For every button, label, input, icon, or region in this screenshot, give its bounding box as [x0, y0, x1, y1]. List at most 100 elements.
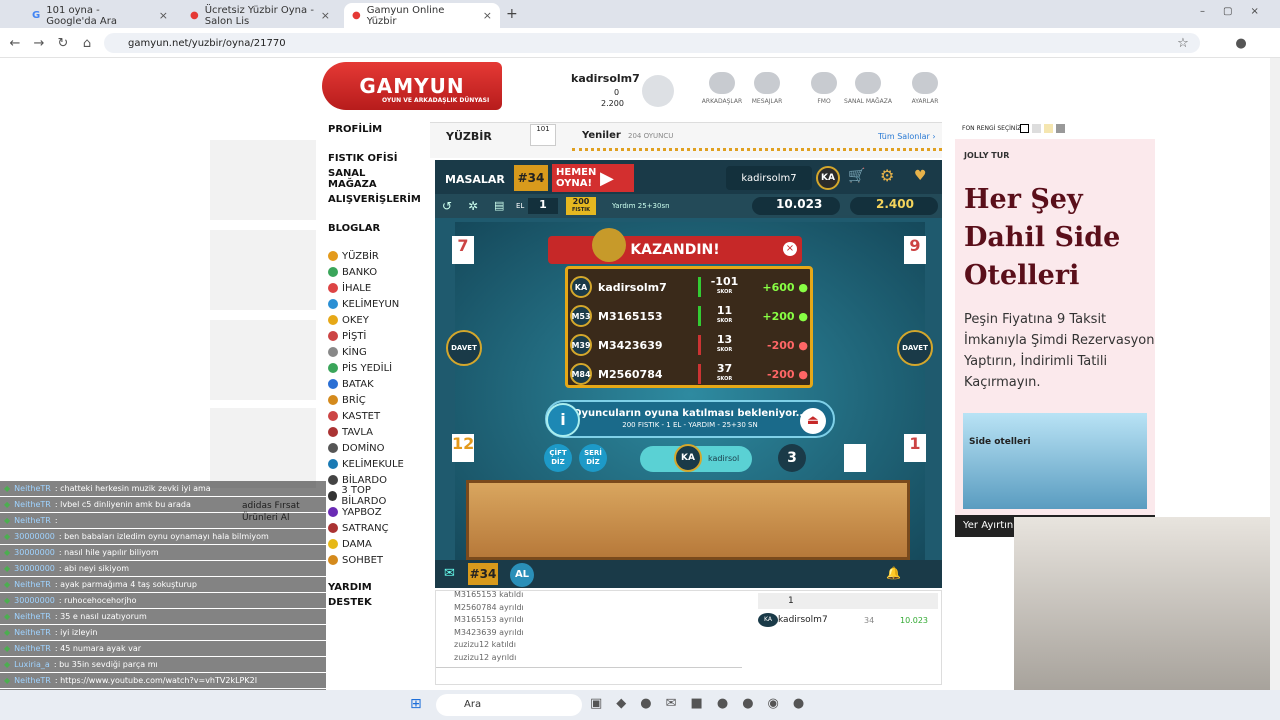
menu-blogs[interactable]: BLOGLAR	[328, 223, 414, 234]
store-button[interactable]: SANAL MAĞAZA	[838, 72, 898, 105]
menu-game-item[interactable]: İHALE	[328, 280, 414, 296]
exit-icon[interactable]: ⏏	[800, 408, 826, 434]
tables-button[interactable]: MASALAR	[445, 173, 505, 186]
tile-counter: 3	[778, 444, 806, 472]
cart-icon[interactable]: 🛒	[848, 168, 865, 184]
spotify-icon[interactable]: ●	[742, 696, 753, 711]
new-tab-icon[interactable]: +	[506, 6, 518, 22]
player-avatar: M39	[570, 334, 592, 356]
menu-game-item[interactable]: KELİMEKULE	[328, 456, 414, 472]
all-rooms-link[interactable]: Tüm Salonlar ›	[878, 132, 936, 141]
taskbar-search[interactable]: Ara	[436, 694, 582, 716]
tab-gamyun[interactable]: ● Gamyun Online Yüzbir ×	[344, 3, 500, 28]
ad-shoe-image[interactable]	[210, 230, 316, 310]
menu-game-item[interactable]: KİNG	[328, 344, 414, 360]
google-icon: G	[32, 10, 41, 21]
menu-game-item[interactable]: BRİÇ	[328, 392, 414, 408]
teams-icon[interactable]: ■	[691, 696, 703, 711]
mail-icon[interactable]: ✉	[666, 696, 677, 711]
menu-game-item[interactable]: PİS YEDİLİ	[328, 360, 414, 376]
menu-game-item[interactable]: DAMA	[328, 536, 414, 552]
ad-shoe-image[interactable]	[210, 408, 316, 488]
gear-icon[interactable]: ⚙	[880, 166, 894, 185]
al-button[interactable]: AL	[510, 563, 534, 587]
user-initials-avatar[interactable]: KA	[674, 444, 702, 472]
results-panel: KA kadirsolm7 -101 SKOR +600 ● M53 M3165153 11 S…	[565, 266, 813, 388]
page-scrollbar[interactable]	[1270, 58, 1280, 690]
obs-icon[interactable]: ●	[793, 696, 804, 711]
steam-icon[interactable]: ●	[717, 696, 728, 711]
copilot-icon[interactable]: ◆	[616, 696, 626, 711]
tab-google[interactable]: G 101 oyna - Google'da Ara ×	[24, 3, 176, 28]
menu-game-item[interactable]: KASTET	[328, 408, 414, 424]
chat-badge-icon: ◆	[4, 484, 11, 493]
home-icon[interactable]: ⌂	[78, 34, 96, 52]
settings-button[interactable]: AYARLAR	[895, 72, 955, 105]
chat-icon[interactable]: ✉	[444, 566, 455, 581]
reload-icon[interactable]: ↻	[54, 34, 72, 52]
info-icon[interactable]: i	[546, 403, 580, 437]
heart-icon[interactable]: ♥	[914, 168, 927, 184]
clipboard-icon[interactable]: ▤	[494, 199, 504, 212]
forward-icon[interactable]: →	[30, 34, 48, 52]
user-initials-avatar[interactable]: KA	[816, 166, 840, 190]
chat-badge-icon: ◆	[4, 548, 11, 557]
menu-game-item[interactable]: BANKO	[328, 264, 414, 280]
avatar[interactable]: ●	[1232, 34, 1250, 52]
menu-game-item[interactable]: DOMİNO	[328, 440, 414, 456]
menu-game-item[interactable]: KELİMEYUN	[328, 296, 414, 312]
address-bar[interactable]: gamyun.net/yuzbir/oyna/21770	[104, 33, 1200, 53]
menu-profile[interactable]: PROFİLİM	[328, 124, 414, 135]
undo-icon[interactable]: ↺	[442, 199, 452, 213]
close-icon[interactable]: ×	[483, 9, 492, 22]
header-username[interactable]: kadirsolm7	[571, 72, 640, 85]
menu-game-item[interactable]: BATAK	[328, 376, 414, 392]
close-icon[interactable]: ×	[159, 9, 168, 22]
corner-tile: 9	[904, 236, 926, 264]
tile-rack[interactable]	[466, 480, 910, 560]
gamyun-logo[interactable]: GAMYUN OYUN VE ARKADAŞLIK DÜNYASI	[322, 62, 502, 110]
tab-salon[interactable]: ● Ücretsiz Yüzbir Oyna - Salon Lis ×	[182, 3, 338, 28]
bg-color-swatches[interactable]	[1020, 124, 1070, 133]
snowflake-icon[interactable]: ✲	[468, 199, 478, 213]
invite-button[interactable]: DAVET	[446, 330, 482, 366]
userlist-name[interactable]: kadirsolm7	[778, 615, 828, 625]
chat-badge-icon: ◆	[4, 500, 11, 509]
menu-help[interactable]: YARDIM	[328, 582, 414, 593]
invite-button[interactable]: DAVET	[897, 330, 933, 366]
ad-shoe-image[interactable]	[210, 140, 316, 220]
close-icon[interactable]: ×	[783, 242, 797, 256]
menu-support[interactable]: DESTEK	[328, 597, 414, 608]
back-icon[interactable]: ←	[6, 34, 24, 52]
menu-game-item[interactable]: TAVLA	[328, 424, 414, 440]
menu-game-item[interactable]: OKEY	[328, 312, 414, 328]
window-controls-icon[interactable]: –▢×	[1200, 6, 1277, 17]
chat-input[interactable]	[436, 667, 742, 683]
taskbar-apps[interactable]: ▣ ◆ ● ✉ ■ ● ● ◉ ●	[590, 696, 804, 711]
pair-arrange-button[interactable]: ÇİFT DİZ	[544, 444, 572, 472]
discard-tile[interactable]	[844, 444, 866, 472]
menu-game-item[interactable]: SATRANÇ	[328, 520, 414, 536]
chrome-icon[interactable]: ◉	[768, 696, 779, 711]
chat-log-line: M3165153 ayrıldı	[454, 615, 524, 624]
menu-purchases[interactable]: ALIŞVERİŞLERİM	[328, 194, 421, 205]
edge-icon[interactable]: ●	[640, 696, 651, 711]
menu-game-item[interactable]: 3 TOP BİLARDO	[328, 485, 414, 507]
ad-shoe-image[interactable]	[210, 320, 316, 400]
menu-game-item[interactable]: YÜZBİR	[328, 248, 414, 264]
ad-banner-right[interactable]: JOLLY TUR Her Şey Dahil Side Otelleri Pe…	[955, 139, 1155, 537]
menu-store[interactable]: SANAL MAĞAZA	[328, 168, 414, 190]
play-now-button[interactable]: HEMEN OYNA! ▶	[552, 164, 634, 192]
score-main: 10.023	[752, 197, 840, 215]
task-view-icon[interactable]: ▣	[590, 696, 602, 711]
windows-start-icon[interactable]: ⊞	[410, 696, 422, 712]
messages-button[interactable]: MESAJLAR	[737, 72, 797, 105]
menu-game-item[interactable]: SOHBET	[328, 552, 414, 568]
series-arrange-button[interactable]: SERİ DİZ	[579, 444, 607, 472]
close-icon[interactable]: ×	[321, 9, 330, 22]
bell-icon[interactable]: 🔔	[886, 566, 901, 580]
menu-fistik-office[interactable]: FISTIK OFİSİ	[328, 153, 414, 164]
user-avatar[interactable]	[642, 75, 674, 107]
bookmark-star-icon[interactable]: ☆	[1174, 34, 1192, 52]
menu-game-item[interactable]: PİŞTİ	[328, 328, 414, 344]
